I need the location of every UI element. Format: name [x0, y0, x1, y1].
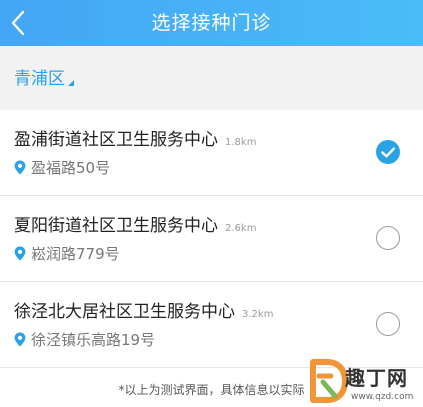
watermark-brand: 趣丁网: [345, 366, 408, 390]
clinic-distance: 1.8km: [225, 137, 257, 148]
clinic-name: 徐泾北大居社区卫生服务中心: [14, 302, 235, 322]
dropdown-caret-icon: [68, 80, 74, 86]
clinic-title-row: 徐泾北大居社区卫生服务中心 3.2km: [14, 297, 273, 322]
district-label: 青浦区: [14, 69, 65, 89]
district-selector[interactable]: 青浦区: [14, 66, 74, 90]
location-pin-icon: [14, 332, 26, 347]
location-pin-icon: [14, 246, 26, 261]
page-title: 选择接种门诊: [151, 12, 272, 34]
clinic-address: 盈福路50号: [31, 159, 111, 177]
clinic-address-row: 崧润路779号: [14, 243, 120, 264]
clinic-name: 盈浦街道社区卫生服务中心: [14, 130, 218, 150]
selected-radio[interactable]: [376, 140, 400, 164]
district-filter-bar: 青浦区: [0, 46, 423, 110]
clinic-address-row: 徐泾镇乐高路19号: [14, 329, 155, 350]
clinic-item[interactable]: 夏阳街道社区卫生服务中心 2.6km 崧润路779号: [0, 196, 423, 282]
clinic-title-row: 盈浦街道社区卫生服务中心 1.8km: [14, 125, 256, 150]
clinic-title-row: 夏阳街道社区卫生服务中心 2.6km: [14, 211, 256, 236]
checkmark-icon: [381, 147, 395, 158]
clinic-address: 徐泾镇乐高路19号: [31, 331, 156, 349]
clinic-item[interactable]: 盈浦街道社区卫生服务中心 1.8km 盈福路50号: [0, 110, 423, 196]
clinic-name: 夏阳街道社区卫生服务中心: [14, 216, 218, 236]
clinic-distance: 3.2km: [242, 309, 274, 320]
clinic-list: 盈浦街道社区卫生服务中心 1.8km 盈福路50号 夏阳街道社区卫生服务中心 2…: [0, 110, 423, 368]
clinic-distance: 2.6km: [225, 223, 257, 234]
location-pin-icon: [14, 160, 26, 175]
watermark-url: www.qzd.com: [351, 392, 414, 402]
unselected-radio[interactable]: [376, 312, 400, 336]
clinic-address-row: 盈福路50号: [14, 157, 110, 178]
vaccination-clinic-picker-screen: 选择接种门诊 青浦区 盈浦街道社区卫生服务中心 1.8km 盈福路50号 夏阳街…: [0, 0, 423, 407]
header-bar: 选择接种门诊: [0, 0, 423, 46]
clinic-address: 崧润路779号: [31, 245, 120, 263]
unselected-radio[interactable]: [376, 226, 400, 250]
watermark: 趣丁网 www.qzd.com: [305, 356, 423, 407]
